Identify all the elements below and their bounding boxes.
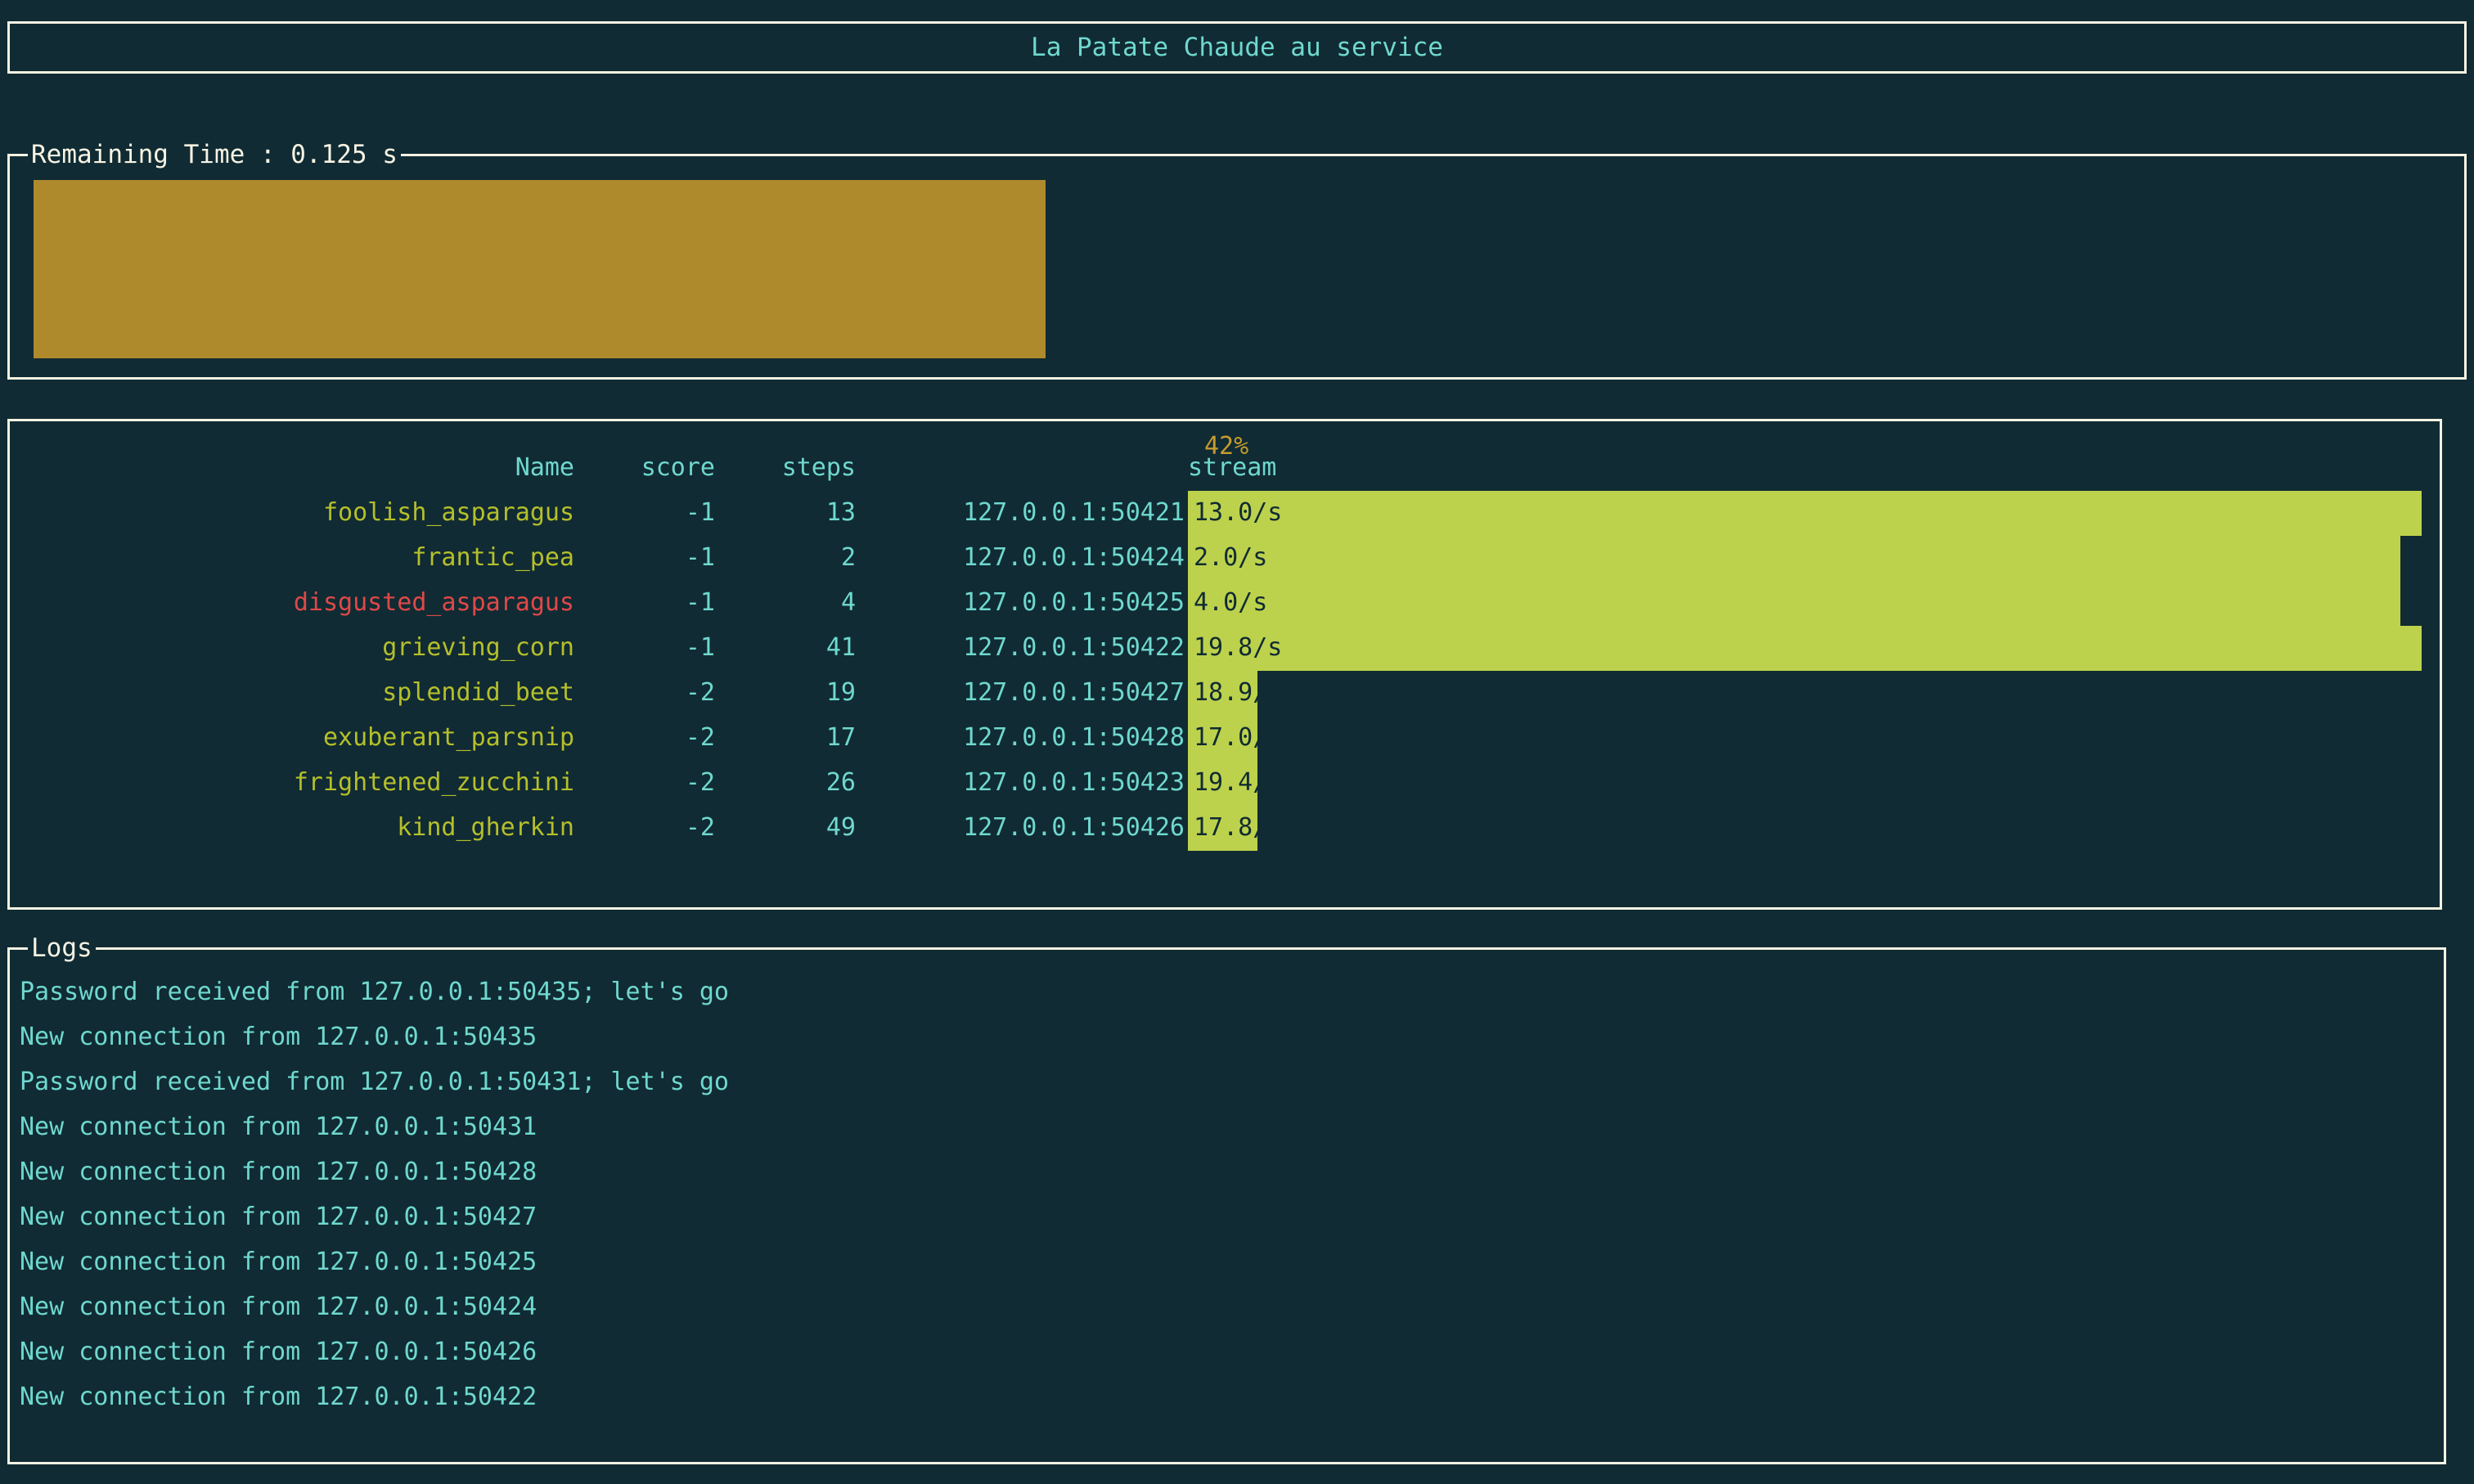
cell-addr: 127.0.0.1:50421 [866,501,1185,525]
cell-addr: 127.0.0.1:50423 [866,771,1185,795]
cell-stream: 2.0/s [1194,546,1267,570]
log-line: New connection from 127.0.0.1:50422 [20,1374,2437,1419]
table-row: grieving_corn -1 41 127.0.0.1:50422 19.8/s [10,626,2440,671]
cell-addr: 127.0.0.1:50427 [866,681,1185,705]
cell-addr: 127.0.0.1:50428 [866,726,1185,750]
stream-rate-bar [1188,626,2422,671]
cell-score: -1 [584,591,715,615]
table-row: frantic_pea -1 2 127.0.0.1:50424 2.0/s [10,536,2440,581]
stream-rate-bar [1188,581,2400,626]
cell-score: -2 [584,816,715,840]
table-header-row: Name score steps stream [10,446,2440,491]
column-header-name: Name [10,456,574,480]
column-header-stream: stream [1188,456,1276,480]
cell-steps: 13 [725,501,856,525]
table-row: exuberant_parsnip -2 17 127.0.0.1:50428 17.0… [10,716,2440,761]
table-row: kind_gherkin -2 49 127.0.0.1:50426 17.8/s [10,806,2440,851]
cell-steps: 19 [725,681,856,705]
cell-name: exuberant_parsnip [10,726,574,750]
table-row: disgusted_asparagus -1 4 127.0.0.1:50425 4.0… [10,581,2440,626]
log-line: New connection from 127.0.0.1:50431 [20,1104,2437,1149]
cell-name: foolish_asparagus [10,501,574,525]
cell-steps: 41 [725,636,856,660]
table-row: foolish_asparagus -1 13 127.0.0.1:50421 13.0… [10,491,2440,536]
remaining-time-label: Remaining Time : 0.125 s [28,140,401,169]
progress-bar-fill [34,180,1046,358]
cell-score: -2 [584,681,715,705]
terminal-screen: La Patate Chaude au service Remaining Ti… [0,0,2474,1484]
cell-steps: 2 [725,546,856,570]
log-line: Password received from 127.0.0.1:50431; … [20,1059,2437,1104]
logs-panel: Logs Password received from 127.0.0.1:50… [7,947,2446,1464]
cell-stream: 19.8/s [1194,636,1282,660]
log-line: New connection from 127.0.0.1:50426 [20,1329,2437,1374]
cell-name: splendid_beet [10,681,574,705]
log-line: New connection from 127.0.0.1:50424 [20,1284,2437,1329]
cell-steps: 26 [725,771,856,795]
cell-score: -2 [584,726,715,750]
cell-name: kind_gherkin [10,816,574,840]
log-line: Password received from 127.0.0.1:50435; … [20,969,2437,1014]
stream-rate-bar [1188,491,2422,536]
cell-steps: 17 [725,726,856,750]
cell-name: frightened_zucchini [10,771,574,795]
cell-stream: 17.8/s [1194,816,1282,840]
cell-addr: 127.0.0.1:50425 [866,591,1185,615]
logs-label: Logs [28,933,96,963]
cell-stream: 18.9/s [1194,681,1282,705]
cell-score: -1 [584,546,715,570]
cell-addr: 127.0.0.1:50426 [866,816,1185,840]
players-table: Name score steps stream foolish_asparagu… [10,446,2440,851]
cell-stream: 4.0/s [1194,591,1267,615]
cell-stream: 13.0/s [1194,501,1282,525]
table-row: splendid_beet -2 19 127.0.0.1:50427 18.9/s [10,671,2440,716]
page-title: La Patate Chaude au service [10,35,2464,61]
logs-list: Password received from 127.0.0.1:50435; … [20,969,2437,1419]
header-panel: La Patate Chaude au service [7,21,2467,74]
cell-addr: 127.0.0.1:50422 [866,636,1185,660]
cell-stream: 19.4/s [1194,771,1282,795]
cell-name: grieving_corn [10,636,574,660]
log-line: New connection from 127.0.0.1:50435 [20,1014,2437,1059]
table-body: foolish_asparagus -1 13 127.0.0.1:50421 13.0… [10,491,2440,851]
cell-stream: 17.0/s [1194,726,1282,750]
cell-score: -2 [584,771,715,795]
stream-rate-bar [1188,536,2400,581]
column-header-steps: steps [725,456,856,480]
log-line: New connection from 127.0.0.1:50428 [20,1149,2437,1194]
remaining-time-panel: Remaining Time : 0.125 s 42% [7,154,2467,380]
cell-name: disgusted_asparagus [10,591,574,615]
cell-name: frantic_pea [10,546,574,570]
cell-steps: 4 [725,591,856,615]
log-line: New connection from 127.0.0.1:50425 [20,1239,2437,1284]
cell-score: -1 [584,636,715,660]
players-table-panel: Name score steps stream foolish_asparagu… [7,419,2442,910]
cell-score: -1 [584,501,715,525]
log-line: New connection from 127.0.0.1:50427 [20,1194,2437,1239]
progress-bar-track [34,180,2444,358]
column-header-score: score [584,456,715,480]
cell-steps: 49 [725,816,856,840]
cell-addr: 127.0.0.1:50424 [866,546,1185,570]
table-row: frightened_zucchini -2 26 127.0.0.1:50423 19… [10,761,2440,806]
